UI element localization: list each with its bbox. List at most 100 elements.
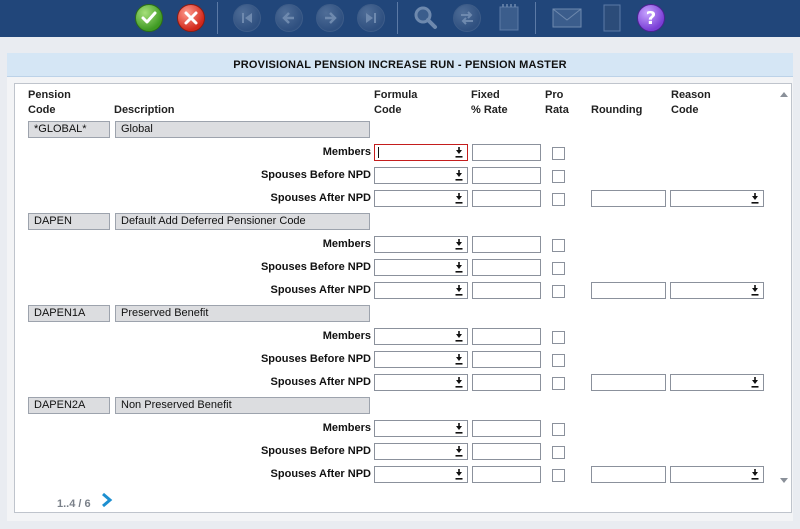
fixed-rate-input[interactable] xyxy=(472,190,541,207)
dropdown-arrow-icon xyxy=(455,170,463,181)
spouses-before-npd-row-label: Spouses Before NPD xyxy=(260,169,371,181)
col-pension-code-header: Pension Code xyxy=(28,88,71,118)
spouses-after-npd-row-label: Spouses After NPD xyxy=(270,376,371,388)
fixed-rate-input[interactable] xyxy=(472,351,541,368)
book-icon xyxy=(603,4,621,32)
formula-code-select[interactable] xyxy=(374,466,468,483)
scroll-down-icon[interactable] xyxy=(780,478,788,483)
reason-code-select[interactable] xyxy=(670,466,764,483)
search-icon xyxy=(414,6,437,29)
notepad-button[interactable] xyxy=(494,3,524,33)
accept-button[interactable] xyxy=(134,3,164,33)
pro-rata-checkbox[interactable] xyxy=(552,170,565,183)
formula-code-select[interactable] xyxy=(374,259,468,276)
pension-code-field[interactable]: DAPEN xyxy=(28,213,110,230)
pro-rata-checkbox[interactable] xyxy=(552,239,565,252)
fixed-rate-input[interactable] xyxy=(472,420,541,437)
header-line: Rata xyxy=(545,104,569,116)
pension-grid: Pension Code Description Formula Code Fi… xyxy=(14,83,792,513)
spouses-after-npd-row-label: Spouses After NPD xyxy=(270,192,371,204)
header-line: Reason xyxy=(671,89,711,101)
next-record-button[interactable] xyxy=(315,3,345,33)
swap-button[interactable] xyxy=(452,3,482,33)
reason-code-select[interactable] xyxy=(670,374,764,391)
rounding-input[interactable] xyxy=(591,282,666,299)
formula-code-select[interactable] xyxy=(374,420,468,437)
pro-rata-checkbox[interactable] xyxy=(552,331,565,344)
fixed-rate-input[interactable] xyxy=(472,259,541,276)
last-record-button[interactable] xyxy=(356,3,386,33)
rounding-input[interactable] xyxy=(591,374,666,391)
rounding-input[interactable] xyxy=(591,190,666,207)
pro-rata-checkbox[interactable] xyxy=(552,446,565,459)
rounding-input[interactable] xyxy=(591,466,666,483)
formula-code-select[interactable] xyxy=(374,144,468,161)
header-line: Pro xyxy=(545,89,564,101)
formula-code-select[interactable] xyxy=(374,282,468,299)
fixed-rate-input[interactable] xyxy=(472,236,541,253)
pro-rata-checkbox[interactable] xyxy=(552,354,565,367)
description-field[interactable]: Preserved Benefit xyxy=(115,305,370,322)
pension-code-field[interactable]: *GLOBAL* xyxy=(28,121,110,138)
cancel-icon xyxy=(177,4,205,32)
description-field[interactable]: Non Preserved Benefit xyxy=(115,397,370,414)
dropdown-arrow-icon xyxy=(455,469,463,480)
panel-title: PROVISIONAL PENSION INCREASE RUN - PENSI… xyxy=(7,53,793,77)
mail-button[interactable] xyxy=(552,3,582,33)
pension-code-field[interactable]: DAPEN2A xyxy=(28,397,110,414)
reason-code-select[interactable] xyxy=(670,282,764,299)
dropdown-arrow-icon xyxy=(455,354,463,365)
header-line: Code xyxy=(671,104,699,116)
cancel-button[interactable] xyxy=(176,3,206,33)
pro-rata-checkbox[interactable] xyxy=(552,469,565,482)
fixed-rate-input[interactable] xyxy=(472,443,541,460)
header-line: Fixed xyxy=(471,89,500,101)
fixed-rate-input[interactable] xyxy=(472,374,541,391)
formula-code-select[interactable] xyxy=(374,190,468,207)
fixed-rate-input[interactable] xyxy=(472,167,541,184)
members-row-label: Members xyxy=(322,422,371,434)
description-field[interactable]: Default Add Deferred Pensioner Code xyxy=(115,213,370,230)
pro-rata-checkbox[interactable] xyxy=(552,423,565,436)
pro-rata-checkbox[interactable] xyxy=(552,377,565,390)
scroll-up-icon[interactable] xyxy=(780,92,788,97)
dropdown-arrow-icon xyxy=(751,193,759,204)
fixed-rate-input[interactable] xyxy=(472,282,541,299)
fixed-rate-input[interactable] xyxy=(472,328,541,345)
dropdown-arrow-icon xyxy=(751,377,759,388)
pro-rata-checkbox[interactable] xyxy=(552,285,565,298)
swap-icon xyxy=(453,4,481,32)
fixed-rate-input[interactable] xyxy=(472,466,541,483)
members-row-label: Members xyxy=(322,330,371,342)
accept-icon xyxy=(135,4,163,32)
formula-code-select[interactable] xyxy=(374,374,468,391)
pro-rata-checkbox[interactable] xyxy=(552,193,565,206)
formula-code-select[interactable] xyxy=(374,167,468,184)
dropdown-arrow-icon xyxy=(455,147,463,158)
pager-next-button[interactable] xyxy=(100,492,114,508)
book-button[interactable] xyxy=(597,3,627,33)
formula-code-select[interactable] xyxy=(374,328,468,345)
dropdown-arrow-icon xyxy=(455,193,463,204)
help-button[interactable]: ? xyxy=(636,3,666,33)
formula-code-select[interactable] xyxy=(374,443,468,460)
reason-code-select[interactable] xyxy=(670,190,764,207)
description-field[interactable]: Global xyxy=(115,121,370,138)
formula-code-select[interactable] xyxy=(374,351,468,368)
formula-code-select[interactable] xyxy=(374,236,468,253)
col-description-header: Description xyxy=(114,104,175,116)
first-record-button[interactable] xyxy=(232,3,262,33)
col-formula-code-header: Formula Code xyxy=(374,88,417,118)
col-rounding-header: Rounding xyxy=(591,104,643,116)
spouses-before-npd-row-label: Spouses Before NPD xyxy=(260,445,371,457)
pro-rata-checkbox[interactable] xyxy=(552,147,565,160)
pension-code-field[interactable]: DAPEN1A xyxy=(28,305,110,322)
pro-rata-checkbox[interactable] xyxy=(552,262,565,275)
vertical-scrollbar[interactable] xyxy=(777,84,791,512)
previous-record-button[interactable] xyxy=(274,3,304,33)
fixed-rate-input[interactable] xyxy=(472,144,541,161)
dropdown-arrow-icon xyxy=(455,239,463,250)
spouses-before-npd-row-label: Spouses Before NPD xyxy=(260,261,371,273)
spouses-after-npd-row-label: Spouses After NPD xyxy=(270,468,371,480)
search-button[interactable] xyxy=(410,3,440,33)
